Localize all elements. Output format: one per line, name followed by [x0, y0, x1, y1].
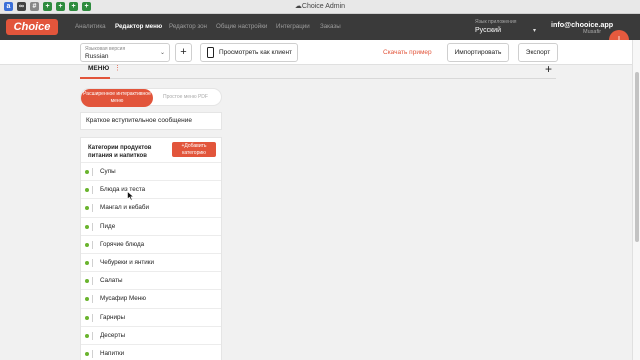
category-label: Салаты [100, 277, 123, 285]
more-options-icon[interactable]: ⋮ [114, 64, 121, 72]
tab-underline [80, 77, 110, 79]
browser-chrome: a ∞ # + + + + ☁ Choice Admin [0, 0, 640, 14]
drag-handle-icon[interactable] [92, 204, 93, 213]
language-version-select[interactable]: Языковая версия Russian ⌄ [80, 43, 170, 62]
language-version-label: Языковая версия [85, 46, 126, 52]
tab-menu[interactable]: МЕНЮ [88, 65, 109, 72]
intro-message-card[interactable]: Краткое вступительное сообщение [80, 112, 222, 130]
status-dot-icon [85, 279, 89, 284]
preview-as-client-label: Просмотреть как клиент [219, 49, 293, 56]
nav-analytics[interactable]: Аналитика [75, 23, 106, 30]
category-item[interactable]: Блюда из теста [81, 180, 221, 198]
category-label: Мангал и кебаби [100, 204, 149, 212]
menu-toolbar: Языковая версия Russian ⌄ + Просмотреть … [0, 40, 632, 65]
add-category-button[interactable]: +Добавить категорию [172, 142, 216, 157]
status-dot-icon [85, 206, 89, 211]
category-item[interactable]: Напитки [81, 343, 221, 360]
status-dot-icon [85, 224, 89, 229]
account-email[interactable]: info@chooice.app [551, 20, 613, 29]
menu-type-toggle: Расширенное интерактивное меню Простое м… [80, 88, 222, 107]
app-language-select[interactable]: Русский [475, 27, 501, 34]
category-item[interactable]: Пиде [81, 216, 221, 235]
nav-orders[interactable]: Заказы [320, 23, 341, 30]
category-label: Супы [100, 168, 116, 175]
categories-card: Категории продуктов питания и напитков +… [80, 137, 222, 360]
category-label: Мусафир Меню [100, 295, 147, 303]
browser-title: ☁ Choice Admin [0, 2, 640, 10]
category-item[interactable]: Десерты [81, 325, 221, 344]
top-navbar: Choice Аналитика Редактор меню Редактор … [0, 14, 640, 50]
download-sample-link[interactable]: Скачать пример [383, 49, 432, 56]
scrollbar-thumb[interactable] [635, 72, 639, 242]
toggle-interactive-menu[interactable]: Расширенное интерактивное меню [81, 89, 153, 107]
add-language-button[interactable]: + [175, 43, 192, 62]
app-language-label: Язык приложения [475, 19, 517, 25]
drag-handle-icon[interactable] [92, 295, 93, 304]
add-menu-button[interactable]: + [545, 62, 552, 76]
preview-as-client-button[interactable]: Просмотреть как клиент [200, 43, 298, 62]
account-name: Musafir [583, 29, 602, 35]
chevron-down-icon: ⌄ [159, 50, 165, 56]
nav-menu-editor[interactable]: Редактор меню [115, 23, 162, 30]
status-dot-icon [85, 170, 89, 174]
chevron-down-icon[interactable]: ▾ [533, 27, 536, 34]
drag-handle-icon[interactable] [92, 349, 93, 358]
status-dot-icon [85, 188, 89, 193]
drag-handle-icon[interactable] [92, 222, 93, 231]
status-dot-icon [85, 351, 89, 356]
status-dot-icon [85, 333, 89, 338]
category-item[interactable]: Супы [81, 162, 221, 180]
menu-tab-header: МЕНЮ ⋮ + [80, 62, 556, 79]
category-item[interactable]: Горячие блюда [81, 234, 221, 253]
category-label: Пиде [100, 222, 116, 230]
language-version-value: Russian [85, 53, 109, 60]
drag-handle-icon[interactable] [92, 313, 93, 322]
category-item[interactable]: Салаты [81, 271, 221, 289]
toggle-pdf-menu[interactable]: Простое меню PDF [163, 94, 208, 100]
category-label: Горячие блюда [100, 240, 145, 248]
mouse-cursor-icon [127, 191, 135, 201]
choice-logo[interactable]: Choice [6, 19, 58, 35]
status-dot-icon [85, 315, 89, 320]
category-item[interactable]: Гарниры [81, 307, 221, 326]
nav-general-settings[interactable]: Общие настройки [216, 23, 267, 30]
import-button[interactable]: Импортировать [447, 43, 509, 62]
category-list: Супы Блюда из теста Мангал и кебаби Пиде Гор… [81, 162, 221, 360]
drag-handle-icon[interactable] [92, 168, 93, 176]
category-label: Десерты [100, 331, 126, 339]
category-label: Напитки [100, 349, 125, 357]
status-dot-icon [85, 242, 89, 247]
drag-handle-icon[interactable] [92, 331, 93, 340]
page-scrollbar[interactable] [632, 40, 640, 360]
cloud-icon: ☁ [294, 3, 302, 10]
drag-handle-icon[interactable] [92, 258, 93, 267]
category-item[interactable]: Чебуреки и янтики [81, 252, 221, 271]
nav-zone-editor[interactable]: Редактор зон [169, 23, 207, 30]
category-label: Чебуреки и янтики [100, 258, 155, 266]
categories-title: Категории продуктов питания и напитков [88, 145, 152, 159]
status-dot-icon [85, 297, 89, 302]
category-label: Блюда из теста [100, 186, 146, 194]
nav-integrations[interactable]: Интеграции [276, 23, 310, 30]
drag-handle-icon[interactable] [92, 186, 93, 195]
category-item[interactable]: Мангал и кебаби [81, 198, 221, 216]
drag-handle-icon[interactable] [92, 240, 93, 249]
category-item[interactable]: Мусафир Меню [81, 289, 221, 307]
drag-handle-icon[interactable] [92, 277, 93, 286]
category-label: Гарниры [100, 313, 126, 321]
browser-title-text: Choice Admin [301, 3, 346, 10]
phone-icon [207, 47, 214, 58]
status-dot-icon [85, 260, 89, 265]
export-button[interactable]: Экспорт [518, 43, 558, 62]
